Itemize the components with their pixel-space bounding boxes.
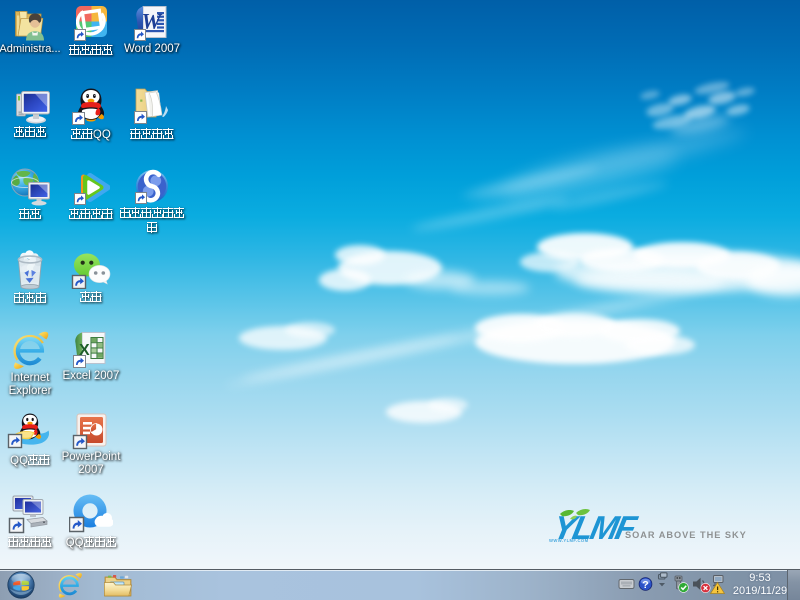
svg-text:WWW.YLMF.COM: WWW.YLMF.COM — [549, 538, 589, 543]
svg-text:?: ? — [642, 579, 648, 591]
svg-text:SOAR ABOVE THE SKY: SOAR ABOVE THE SKY — [625, 530, 747, 540]
